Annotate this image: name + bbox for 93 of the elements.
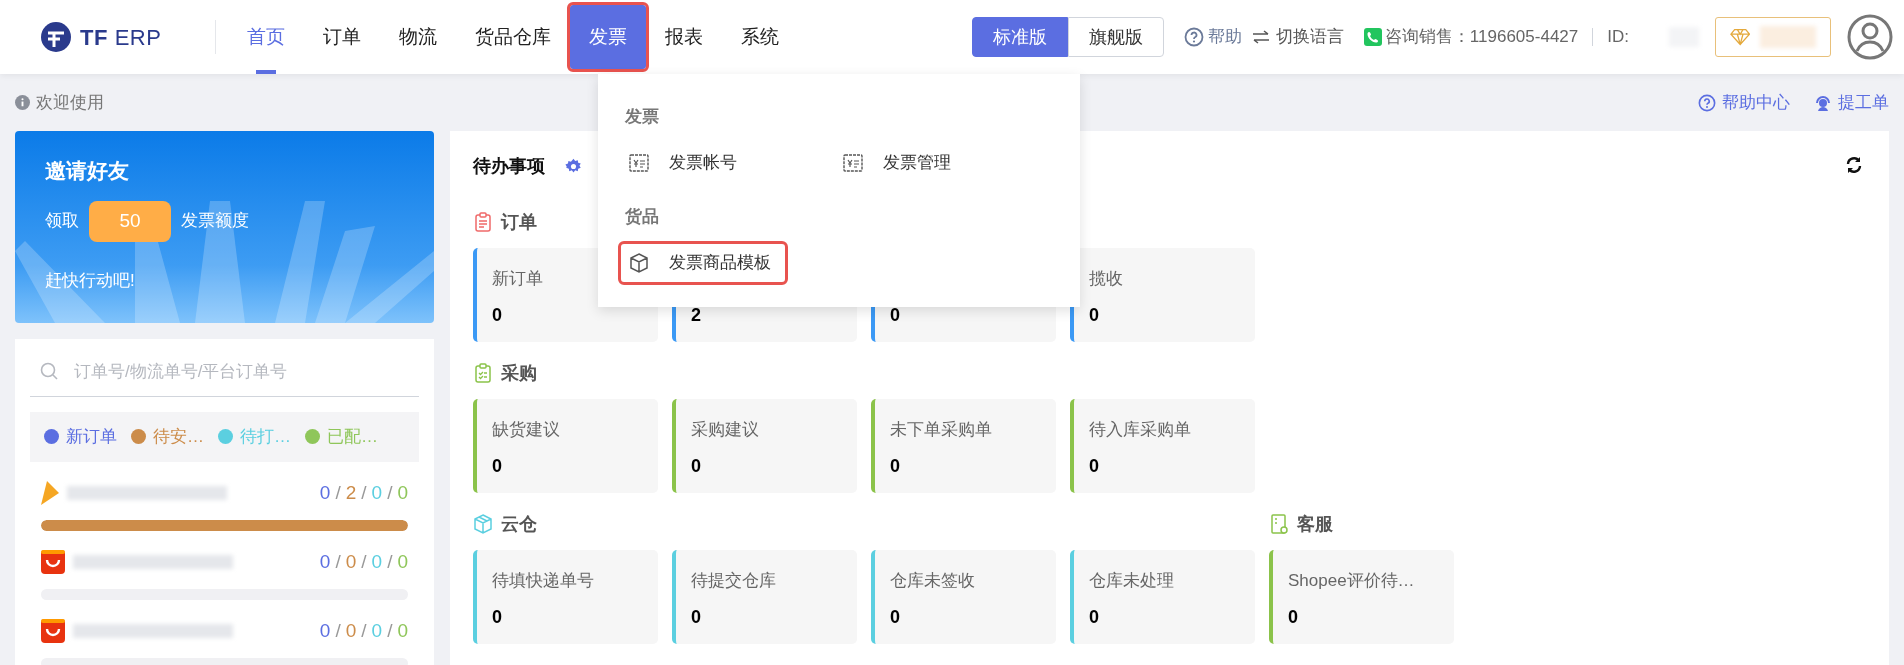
invite-text: 领取 — [45, 210, 79, 233]
nav-tab[interactable]: 货品仓库 — [456, 0, 570, 74]
category-title: 云仓 — [501, 512, 537, 536]
card-label: Shopee评价待… — [1288, 570, 1416, 592]
nav-tab[interactable]: 报表 — [646, 0, 722, 74]
receipt-icon — [843, 154, 863, 172]
card-value: 0 — [691, 606, 702, 629]
todo-card[interactable]: 待填快递单号 0 — [473, 550, 658, 644]
status-label[interactable]: 新订单 — [66, 424, 117, 450]
avatar-icon — [1847, 14, 1893, 60]
sales-phone-text: 咨询销售：1196605-4427 — [1384, 26, 1579, 49]
order-counts: 0 / 2 / 0 / 0 — [319, 480, 408, 505]
nav-tab[interactable]: 订单 — [304, 0, 380, 74]
card-value: 0 — [1089, 455, 1100, 478]
refresh-icon — [1845, 156, 1863, 174]
card-value: 0 — [1288, 606, 1299, 629]
info-icon — [15, 95, 30, 110]
todo-card[interactable]: 采购建议 0 — [672, 399, 857, 493]
id-label: ID: — [1607, 26, 1629, 49]
card-value: 0 — [890, 304, 901, 327]
card-value: 2 — [691, 304, 702, 327]
menu-group-title: 货品 — [625, 206, 660, 228]
invite-title: 邀请好友 — [45, 158, 130, 184]
card-value: 0 — [492, 304, 503, 327]
order-counts: 0 / 0 / 0 / 0 — [319, 549, 408, 574]
invite-cta-text: 赶快行动吧! — [45, 269, 136, 292]
invite-text: 发票额度 — [181, 210, 249, 233]
help-icon — [1698, 93, 1716, 112]
card-label: 缺货建议 — [492, 419, 561, 441]
nav-tab[interactable]: 首页 — [228, 0, 304, 74]
settings-icon — [565, 157, 582, 175]
logo-text: TF ERP — [80, 23, 162, 52]
receipt-icon — [629, 154, 649, 172]
card-value: 0 — [1089, 606, 1100, 629]
edition-tab[interactable]: 标准版 — [971, 17, 1068, 57]
help-icon — [1183, 27, 1204, 47]
todo-card[interactable]: 未下单采购单 0 — [871, 399, 1056, 493]
section-title: 待办事项 — [473, 154, 545, 178]
nav-tab[interactable]: 发票 — [570, 5, 646, 69]
menu-item[interactable]: 发票帐号 — [621, 144, 751, 182]
card-value: 0 — [492, 606, 503, 629]
membership-badge[interactable] — [1715, 17, 1831, 57]
help-link[interactable]: 帮助 — [1207, 24, 1242, 50]
card-label: 未下单采购单 — [890, 419, 993, 441]
todo-card[interactable]: 待提交仓库 0 — [672, 550, 857, 644]
cube-icon — [629, 253, 649, 273]
card-label: 待填快递单号 — [492, 570, 595, 592]
card-value: 0 — [691, 455, 702, 478]
phone-icon — [1363, 28, 1382, 46]
clipboard-icon — [473, 212, 493, 232]
nav-tab[interactable]: 物流 — [380, 0, 456, 74]
shopping-bag-icon — [41, 619, 65, 643]
card-label: 新订单 — [492, 268, 544, 290]
logo-icon — [40, 21, 72, 53]
search-icon — [40, 362, 58, 381]
order-counts: 0 / 0 / 0 / 0 — [319, 618, 408, 643]
todo-card[interactable]: 仓库未处理 0 — [1070, 550, 1255, 644]
edition-tab[interactable]: 旗舰版 — [1067, 17, 1164, 57]
card-label: 采购建议 — [691, 419, 760, 441]
shopping-bag-icon — [41, 550, 65, 574]
category-title: 订单 — [501, 210, 537, 234]
todo-card[interactable]: 缺货建议 0 — [473, 399, 658, 493]
swap-icon — [1251, 30, 1270, 44]
nav-tab[interactable]: 系统 — [722, 0, 798, 74]
todo-card[interactable]: Shopee评价待… 0 — [1269, 550, 1454, 644]
search-field[interactable]: 订单号/物流单号/平台订单号 — [74, 358, 409, 384]
flag-icon — [41, 481, 59, 505]
card-value: 0 — [890, 606, 901, 629]
clipboard-icon — [473, 363, 493, 383]
todo-card[interactable]: 仓库未签收 0 — [871, 550, 1056, 644]
card-label: 揽收 — [1089, 268, 1124, 290]
document-icon — [1269, 514, 1289, 534]
menu-item[interactable]: 发票管理 — [835, 144, 965, 182]
todo-card[interactable]: 待入库采购单 0 — [1070, 399, 1255, 493]
category-title: 客服 — [1297, 512, 1333, 536]
card-value: 0 — [890, 455, 901, 478]
headset-icon — [1814, 93, 1832, 112]
welcome-text: 欢迎使用 — [36, 91, 104, 114]
card-label: 仓库未处理 — [1089, 570, 1175, 592]
todo-card[interactable]: 揽收 0 — [1070, 248, 1255, 342]
diamond-icon — [1730, 28, 1751, 46]
menu-group-title: 发票 — [625, 106, 660, 128]
ticket-link[interactable]: 提工单 — [1838, 89, 1889, 116]
card-label: 仓库未签收 — [890, 570, 976, 592]
card-value: 0 — [1089, 304, 1100, 327]
help-center-link[interactable]: 帮助中心 — [1722, 89, 1790, 116]
card-label: 待入库采购单 — [1089, 419, 1192, 441]
card-value: 0 — [492, 455, 503, 478]
language-link[interactable]: 切换语言 — [1275, 24, 1344, 50]
category-title: 采购 — [501, 361, 537, 385]
cube-icon — [473, 514, 493, 534]
card-label: 待提交仓库 — [691, 570, 777, 592]
amount-badge: 50 — [89, 200, 171, 242]
